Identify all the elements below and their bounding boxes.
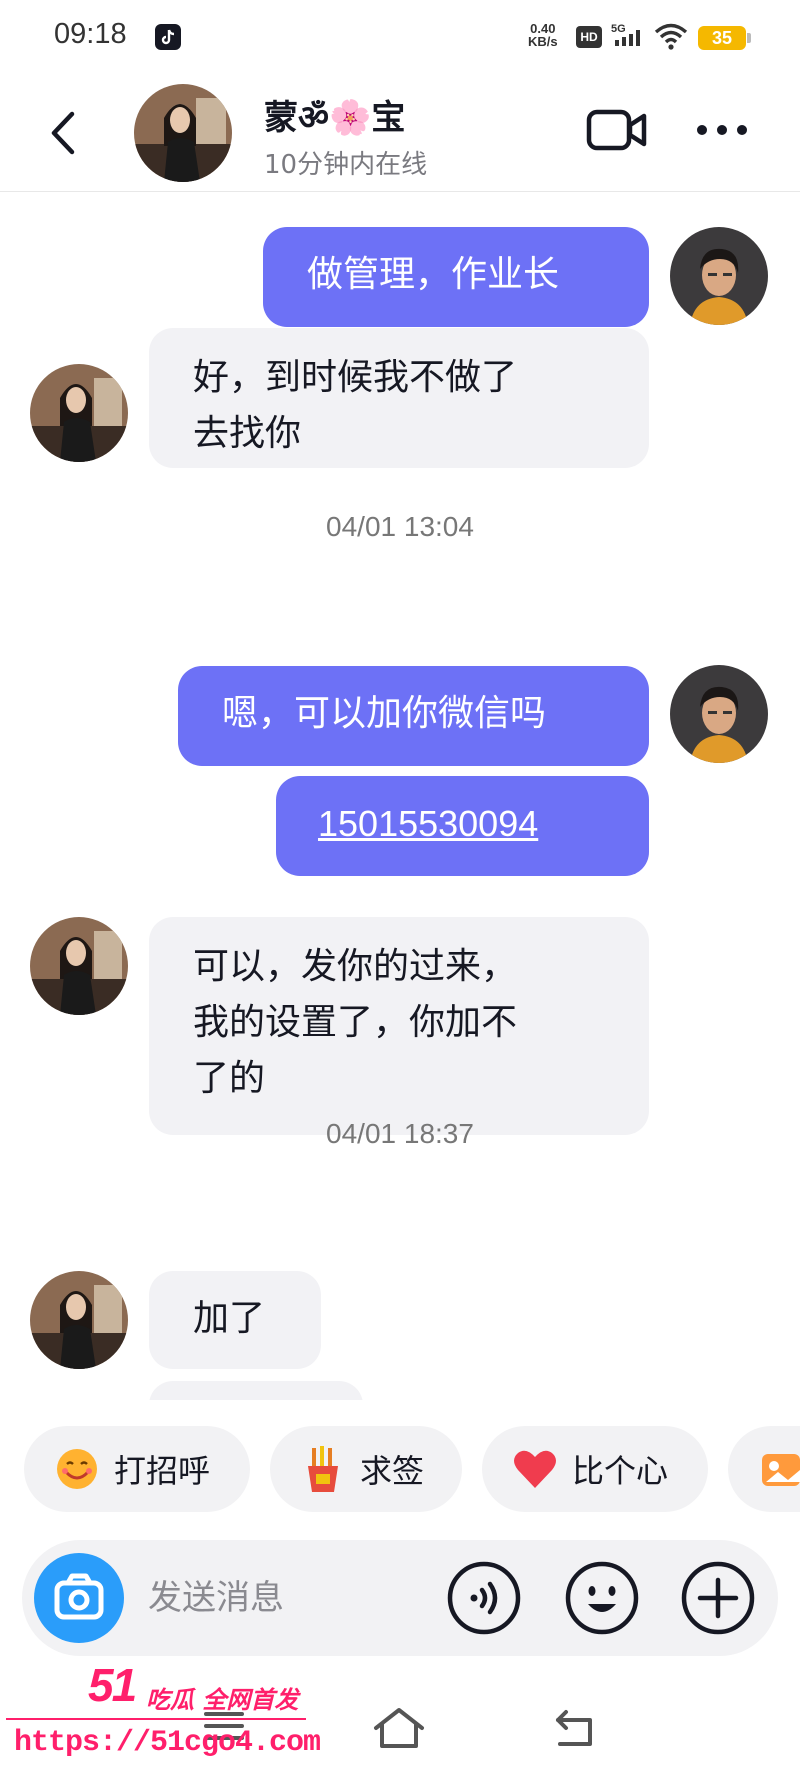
quick-fortune-button[interactable]: 求签: [270, 1426, 462, 1512]
emoji-icon[interactable]: [564, 1560, 640, 1636]
network-speed: 0.40 KB/s: [528, 22, 558, 48]
fortune-sticks-icon: [298, 1444, 348, 1494]
network-speed-unit: KB/s: [528, 34, 558, 49]
message-timestamp: 04/01 13:04: [326, 511, 474, 542]
phone-number-link[interactable]: 15015530094: [318, 803, 538, 844]
message-timestamp: 04/01 18:37: [326, 1118, 474, 1149]
message-text: 加了: [193, 1298, 266, 1339]
outgoing-message[interactable]: 做管理，作业长: [263, 227, 649, 327]
battery-indicator: 35: [698, 26, 746, 50]
online-status: 10分钟内在线: [264, 150, 428, 180]
more-options-icon[interactable]: [694, 122, 750, 138]
camera-icon: [54, 1573, 104, 1620]
hd-badge: HD: [576, 26, 602, 48]
wifi-icon: [654, 22, 688, 54]
outgoing-message[interactable]: 嗯，可以加你微信吗: [178, 666, 649, 766]
quick-greet-label: 打招呼: [114, 1452, 211, 1490]
quick-greet-button[interactable]: 打招呼: [24, 1426, 250, 1512]
contact-message-avatar[interactable]: [30, 364, 128, 462]
back-arrow-icon[interactable]: [44, 108, 84, 158]
photo-album-icon: [756, 1444, 800, 1494]
message-text-line: 可以，发你的过来，: [193, 946, 518, 987]
chat-header: 蒙ॐ🌸宝 10分钟内在线: [0, 74, 800, 192]
message-list[interactable]: 做管理，作业长 好，到时候我不做了 去找你 04/01 13:04 嗯，可以加你…: [0, 193, 800, 1400]
quick-heart-button[interactable]: 比个心: [482, 1426, 708, 1512]
incoming-message-partial[interactable]: [149, 1381, 363, 1400]
my-avatar[interactable]: [670, 227, 768, 325]
message-text-line: 我的设置了，你加不: [193, 1002, 518, 1043]
message-text: 嗯，可以加你微信吗: [222, 693, 547, 734]
voice-message-icon[interactable]: [446, 1560, 522, 1636]
contact-avatar[interactable]: [134, 84, 232, 182]
contact-name: 蒙ॐ🌸宝: [264, 98, 406, 138]
watermark-title: 吃瓜 全网首发: [146, 1686, 299, 1714]
quick-fortune-label: 求签: [360, 1452, 425, 1490]
watermark-brand: 51: [88, 1659, 137, 1711]
site-watermark: 51 吃瓜 全网首发 https://51cgo4.com: [0, 1650, 321, 1778]
contact-message-avatar[interactable]: [30, 1271, 128, 1369]
smile-face-icon: [52, 1444, 102, 1494]
heart-icon: [510, 1444, 560, 1494]
watermark-url: https://51cgo4.com: [14, 1726, 321, 1760]
quick-reply-bar: 打招呼 求签 比个心: [0, 1426, 800, 1512]
message-text-line: 了的: [193, 1058, 266, 1099]
signal-5g-icon: 5G: [611, 22, 649, 52]
home-icon[interactable]: [372, 1706, 426, 1754]
quick-heart-label: 比个心: [572, 1452, 669, 1490]
tiktok-app-icon: [155, 24, 181, 50]
back-nav-icon[interactable]: [552, 1706, 600, 1754]
add-more-icon[interactable]: [680, 1560, 756, 1636]
message-input-bar: [22, 1540, 778, 1656]
status-time: 09:18: [54, 18, 127, 50]
video-call-icon[interactable]: [586, 108, 648, 152]
network-type-label: 5G: [611, 23, 626, 35]
message-text-line: 去找你: [193, 413, 302, 454]
incoming-message[interactable]: 好，到时候我不做了 去找你: [149, 328, 649, 468]
incoming-message[interactable]: 加了: [149, 1271, 321, 1369]
quick-more-button[interactable]: [728, 1426, 800, 1512]
battery-tip: [747, 33, 751, 43]
my-avatar[interactable]: [670, 665, 768, 763]
outgoing-message[interactable]: 15015530094: [276, 776, 649, 876]
message-text-line: 好，到时候我不做了: [193, 357, 518, 398]
status-bar: 09:18 0.40 KB/s HD 5G 35: [0, 0, 800, 74]
message-input[interactable]: [148, 1568, 448, 1628]
camera-button[interactable]: [34, 1553, 124, 1643]
contact-message-avatar[interactable]: [30, 917, 128, 1015]
incoming-message[interactable]: 可以，发你的过来， 我的设置了，你加不 了的: [149, 917, 649, 1135]
message-text: 做管理，作业长: [307, 254, 560, 295]
watermark-divider: [6, 1718, 306, 1720]
